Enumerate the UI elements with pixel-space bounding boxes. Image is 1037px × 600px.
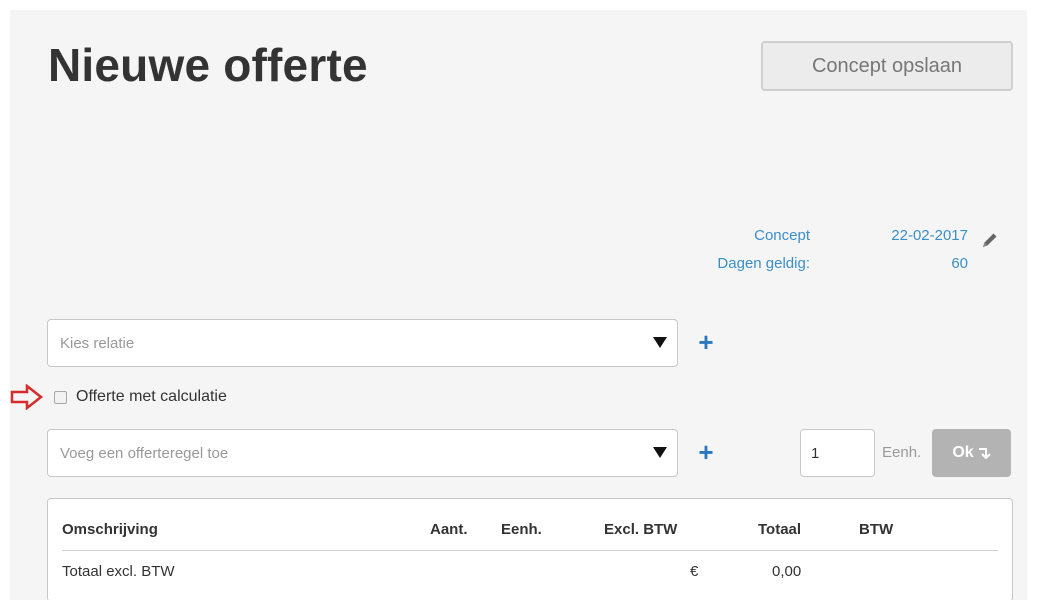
ok-button[interactable]: Ok (932, 429, 1011, 477)
add-relation-button[interactable]: + (694, 329, 718, 355)
column-header-description: Omschrijving (62, 521, 158, 538)
quantity-input[interactable]: 1 (800, 429, 875, 477)
add-quote-line-button[interactable]: + (694, 439, 718, 465)
table-divider (62, 550, 998, 551)
quote-date[interactable]: 22-02-2017 (891, 227, 968, 244)
column-header-unit: Eenh. (501, 521, 542, 538)
chevron-down-icon (653, 447, 667, 458)
valid-days-label: Dagen geldig: (717, 255, 810, 272)
ok-button-label: Ok (952, 444, 974, 461)
column-header-excl-vat: Excl. BTW (604, 521, 678, 538)
arrow-right-outline-icon (10, 384, 44, 410)
relation-select-placeholder: Kies relatie (60, 334, 135, 352)
calculation-checkbox[interactable] (54, 391, 67, 404)
page-title: Nieuwe offerte (48, 39, 368, 91)
relation-select[interactable]: Kies relatie (47, 319, 678, 367)
column-header-quantity: Aant. (430, 521, 468, 538)
quote-lines-table: Omschrijving Aant. Eenh. Excl. BTW Totaa… (47, 498, 1013, 600)
status-label: Concept (754, 227, 810, 244)
enter-arrow-icon (978, 448, 991, 460)
summary-amount: 0,00 (772, 563, 802, 580)
valid-days-value[interactable]: 60 (951, 255, 968, 272)
pencil-icon[interactable] (980, 230, 1000, 250)
quantity-value: 1 (811, 444, 820, 462)
chevron-down-icon (653, 337, 667, 348)
unit-field[interactable]: Eenh. (882, 444, 921, 461)
quote-line-select[interactable]: Voeg een offerteregel toe (47, 429, 678, 477)
quote-line-select-placeholder: Voeg een offerteregel toe (60, 444, 229, 462)
summary-label: Totaal excl. BTW (62, 563, 175, 580)
summary-currency: € (690, 563, 699, 580)
column-header-vat: BTW (859, 521, 894, 538)
column-header-total: Totaal (758, 521, 802, 538)
calculation-checkbox-label[interactable]: Offerte met calculatie (76, 388, 227, 406)
save-draft-button[interactable]: Concept opslaan (761, 41, 1013, 91)
